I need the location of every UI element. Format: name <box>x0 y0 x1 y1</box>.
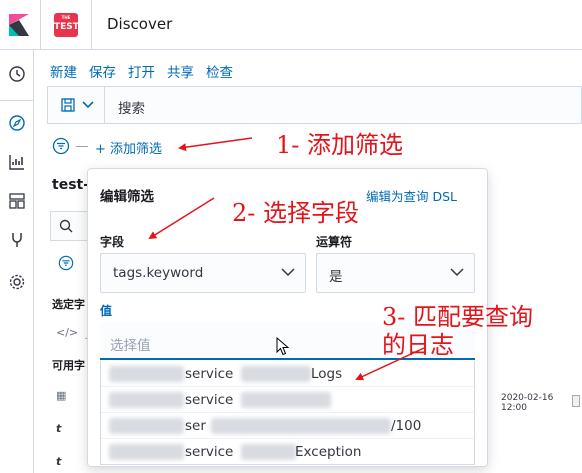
value-option[interactable]: service Exception <box>101 439 474 464</box>
value-option[interactable]: service <box>101 387 474 413</box>
blurred-text <box>109 366 184 382</box>
annotation-step-1: 1- 添加筛选 <box>276 131 404 159</box>
side-nav <box>0 50 34 473</box>
menu-inspect[interactable]: 检查 <box>206 65 233 81</box>
divider <box>76 146 88 147</box>
filter-options-icon[interactable] <box>52 137 70 155</box>
chevron-down-icon <box>82 101 94 109</box>
operator-label: 运算符 <box>316 235 353 249</box>
chevron-down-icon <box>450 268 464 277</box>
field-search-input[interactable] <box>50 211 90 241</box>
value-options-list: service Logs service ser /100 service Ex… <box>100 361 475 465</box>
value-label: 值 <box>100 304 113 318</box>
space-avatar[interactable]: THE TEST <box>54 13 79 37</box>
kibana-logo-icon[interactable] <box>9 14 29 36</box>
string-type-icon: t <box>56 422 62 435</box>
menu-share[interactable]: 共享 <box>167 65 194 81</box>
operator-select[interactable]: 是 <box>316 253 475 293</box>
filter-options-icon[interactable] <box>58 255 74 271</box>
space-avatar-text: TEST <box>54 22 79 32</box>
top-nav-menu: 新建 保存 打开 共享 检查 <box>50 61 245 81</box>
save-icon <box>61 98 75 112</box>
menu-new[interactable]: 新建 <box>50 65 77 81</box>
annotation-step-3-line1: 3- 匹配要查询 <box>382 303 534 331</box>
mouse-cursor-icon <box>276 337 290 356</box>
option-text: service <box>185 444 234 460</box>
annotation-step-2: 2- 选择字段 <box>232 199 360 227</box>
devtools-icon[interactable] <box>8 231 26 249</box>
blurred-text <box>109 444 184 460</box>
menu-save[interactable]: 保存 <box>89 65 116 81</box>
space-avatar-small-text: THE <box>61 15 71 20</box>
page-title: Discover <box>107 15 173 33</box>
option-suffix: Exception <box>295 444 362 460</box>
option-suffix: /100 <box>391 418 422 434</box>
field-select[interactable]: tags.keyword <box>100 253 306 293</box>
index-pattern-title[interactable]: test- <box>52 177 89 193</box>
dashboard-icon[interactable] <box>8 192 26 210</box>
blurred-text <box>241 444 296 460</box>
add-filter-button[interactable]: + 添加筛选 <box>95 138 162 157</box>
compass-icon[interactable] <box>8 114 26 132</box>
annotation-arrow-1 <box>178 137 253 152</box>
saved-query-button[interactable] <box>48 87 105 123</box>
kibana-discover: THE TEST Discover 新建 保存 打开 共享 检查 搜索 + 添加… <box>0 0 582 473</box>
annotation-step-3-line2: 的日志 <box>382 331 454 359</box>
divider <box>0 100 34 101</box>
blurred-text <box>241 366 311 382</box>
blurred-text <box>211 418 391 434</box>
value-option[interactable]: ser /100 <box>101 413 474 439</box>
visualize-icon[interactable] <box>8 153 26 171</box>
string-type-icon: t <box>56 455 62 468</box>
chevron-down-icon <box>281 268 295 277</box>
blurred-text <box>241 392 331 408</box>
scrollbar[interactable] <box>572 395 580 407</box>
field-label: 字段 <box>100 235 125 249</box>
value-placeholder: 选择值 <box>110 338 151 354</box>
option-text: service <box>185 392 234 408</box>
search-input[interactable]: 搜索 <box>118 97 145 117</box>
option-text: service <box>185 366 234 382</box>
selected-fields-heading: 选定字 <box>52 298 85 311</box>
operator-select-value: 是 <box>329 269 343 285</box>
blurred-text <box>109 418 184 434</box>
code-icon: </> <box>56 326 79 339</box>
menu-open[interactable]: 打开 <box>128 65 155 81</box>
calendar-icon: ▦ <box>56 389 67 402</box>
clock-icon[interactable] <box>8 65 26 83</box>
value-option[interactable]: service Logs <box>101 361 474 387</box>
gear-icon[interactable] <box>8 273 26 291</box>
top-header: THE TEST Discover <box>0 0 582 50</box>
edit-as-dsl-link[interactable]: 编辑为查询 DSL <box>366 186 457 205</box>
query-bar: 搜索 <box>47 86 582 124</box>
divider <box>91 0 92 50</box>
divider <box>40 0 41 50</box>
search-icon <box>59 219 73 233</box>
popover-title: 编辑筛选 <box>100 189 154 205</box>
available-fields-heading: 可用字 <box>52 359 85 372</box>
field-select-value: tags.keyword <box>113 265 204 281</box>
option-text: ser <box>185 418 206 434</box>
blurred-text <box>109 392 184 408</box>
option-suffix: Logs <box>311 366 343 382</box>
document-timestamp: 2020-02-16 12:00 <box>501 393 554 413</box>
